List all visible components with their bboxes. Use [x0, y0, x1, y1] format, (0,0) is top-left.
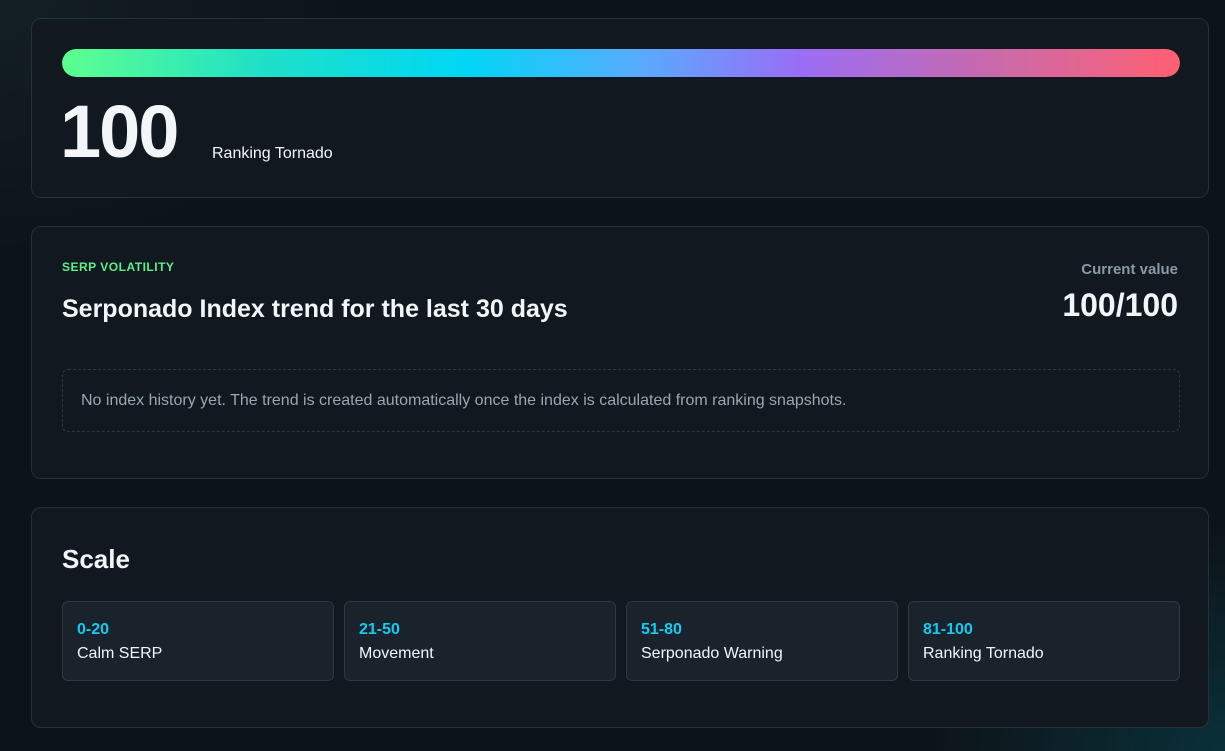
volatility-gauge [62, 49, 1180, 77]
scale-name: Serponado Warning [641, 645, 783, 662]
scale-item-tornado: 81-100 Ranking Tornado [908, 601, 1180, 681]
current-value-label: Current value [1081, 261, 1178, 278]
scale-card: Scale 0-20 Calm SERP 21-50 Movement 51-8… [31, 507, 1209, 728]
empty-history-text: No index history yet. The trend is creat… [81, 391, 847, 409]
current-value: 100/100 [1062, 287, 1178, 323]
scale-item-warning: 51-80 Serponado Warning [626, 601, 898, 681]
volatility-gauge-fill [62, 49, 1180, 77]
score-level-label: Ranking Tornado [212, 145, 333, 162]
scale-item-movement: 21-50 Movement [344, 601, 616, 681]
scale-item-calm: 0-20 Calm SERP [62, 601, 334, 681]
scale-title: Scale [62, 544, 130, 574]
scale-name: Movement [359, 645, 434, 662]
score-card: 100 Ranking Tornado [31, 18, 1209, 198]
scale-range: 51-80 [641, 621, 682, 638]
score-value: 100 [60, 90, 179, 173]
scale-range: 0-20 [77, 621, 110, 638]
trend-title: Serponado Index trend for the last 30 da… [62, 295, 568, 323]
scale-name: Ranking Tornado [923, 645, 1044, 662]
scale-list: 0-20 Calm SERP 21-50 Movement 51-80 Serp… [62, 601, 1180, 681]
trend-card: SERP VOLATILITY Serponado Index trend fo… [31, 226, 1209, 479]
scale-range: 81-100 [923, 621, 973, 638]
empty-history-message: No index history yet. The trend is creat… [62, 369, 1180, 432]
section-eyebrow: SERP VOLATILITY [62, 260, 175, 274]
scale-range: 21-50 [359, 621, 400, 638]
scale-name: Calm SERP [77, 645, 163, 662]
